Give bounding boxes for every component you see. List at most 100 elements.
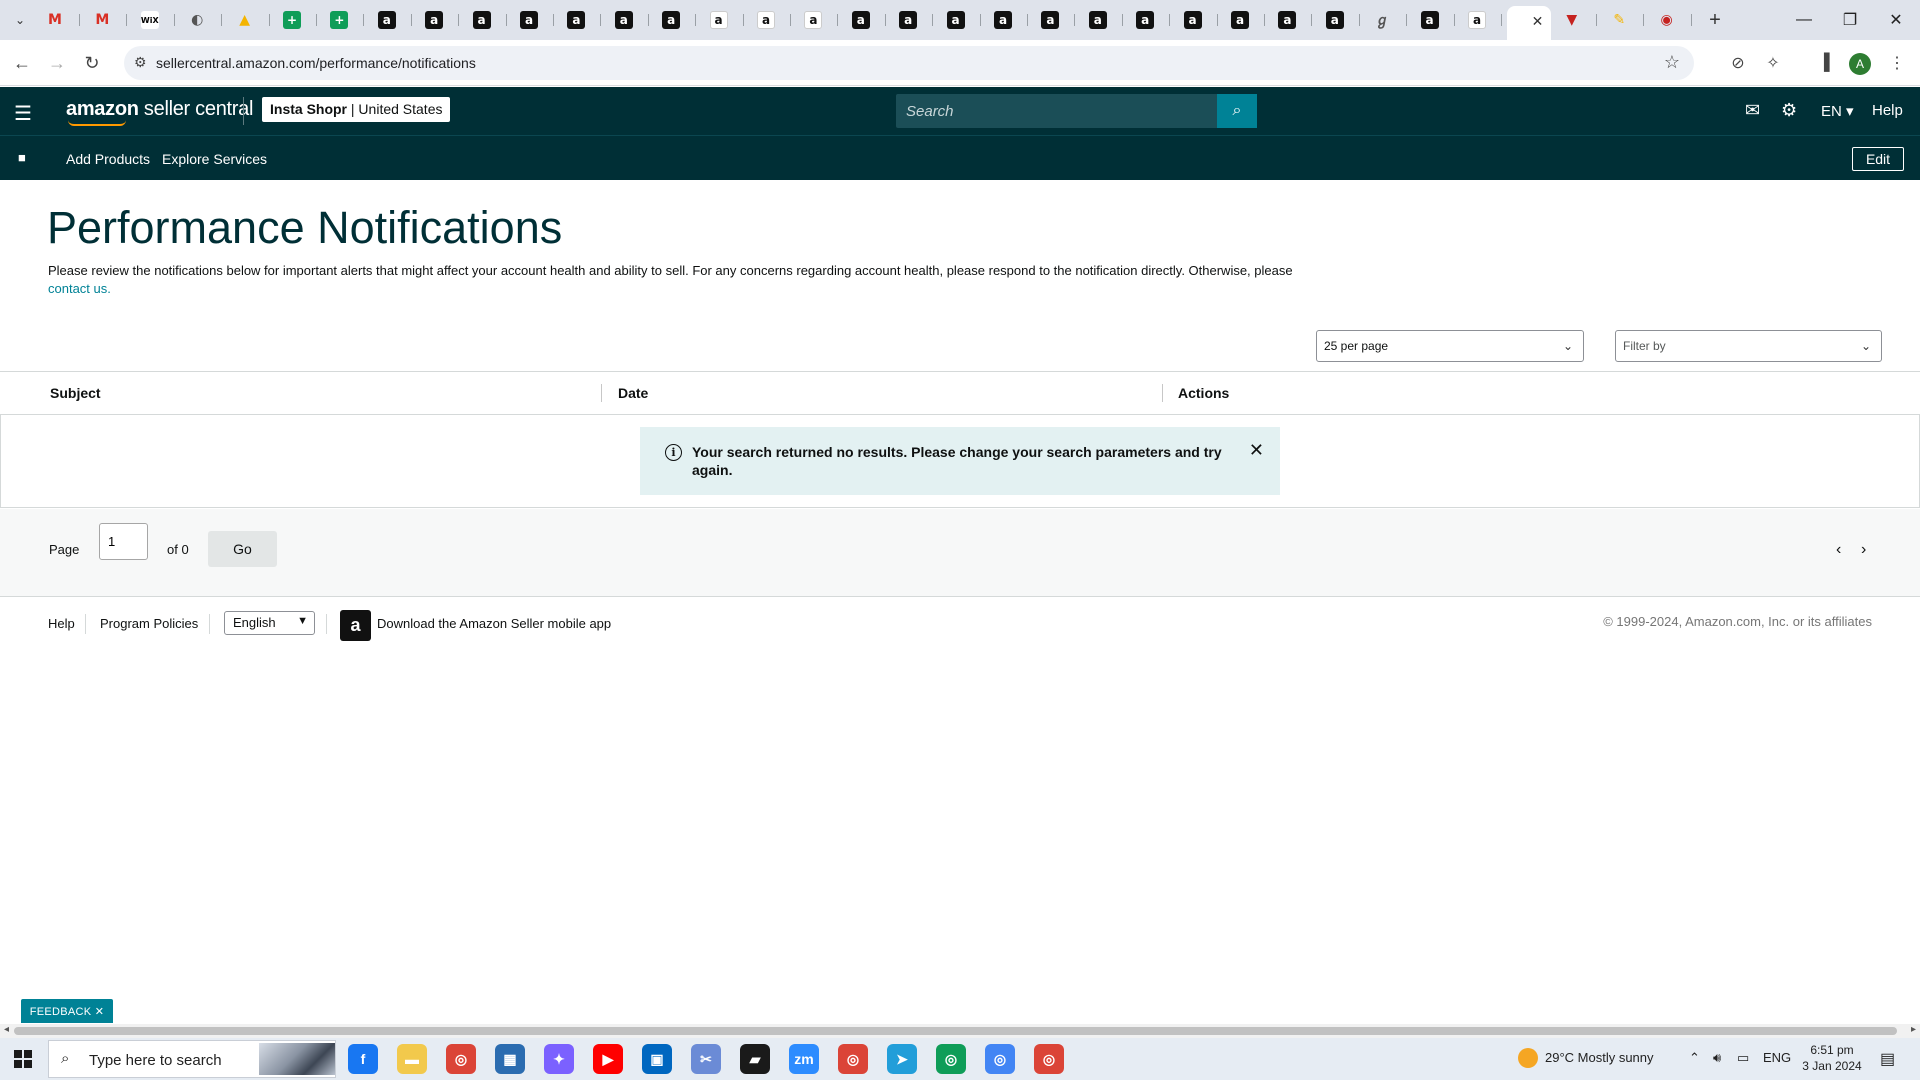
program-policies-link[interactable]: Program Policies bbox=[100, 616, 198, 631]
file-explorer-icon[interactable]: ▬ bbox=[397, 1044, 427, 1074]
extension-off-icon[interactable]: ⊘ bbox=[1724, 49, 1752, 77]
browser-tab[interactable]: a bbox=[654, 6, 698, 34]
browser-tab[interactable]: a bbox=[1176, 6, 1220, 34]
browser-tab[interactable]: a bbox=[749, 6, 793, 34]
reload-icon[interactable]: ↻ bbox=[78, 49, 106, 77]
browser-tab[interactable]: ◐ bbox=[180, 6, 224, 34]
sticky-notes-icon[interactable]: ▰ bbox=[740, 1044, 770, 1074]
settings-gear-icon[interactable]: ⚙ bbox=[1781, 100, 1797, 121]
per-page-select[interactable]: 25 per page ⌄ bbox=[1316, 330, 1584, 362]
chrome-icon[interactable]: ◎ bbox=[1034, 1044, 1064, 1074]
chrome-icon[interactable]: ◎ bbox=[936, 1044, 966, 1074]
page-number-input[interactable] bbox=[99, 523, 148, 560]
address-bar[interactable]: ⚙ sellercentral.amazon.com/performance/n… bbox=[124, 46, 1694, 80]
browser-tab[interactable]: ✎ bbox=[1602, 6, 1646, 34]
browser-tab[interactable]: a bbox=[1081, 6, 1125, 34]
facebook-icon[interactable]: f bbox=[348, 1044, 378, 1074]
minimize-icon[interactable]: — bbox=[1781, 6, 1827, 34]
browser-menu-icon[interactable]: ⋮ bbox=[1883, 49, 1911, 77]
seller-central-logo[interactable]: amazon seller central bbox=[66, 98, 253, 126]
language-selector[interactable]: EN ▾ bbox=[1821, 102, 1854, 120]
zoom-icon[interactable]: zm bbox=[789, 1044, 819, 1074]
weather-text[interactable]: 29°C Mostly sunny bbox=[1545, 1050, 1654, 1065]
url-text[interactable]: sellercentral.amazon.com/performance/not… bbox=[156, 55, 476, 71]
scroll-left-icon[interactable]: ◂ bbox=[4, 1024, 9, 1035]
bookmark-star-icon[interactable]: ☆ bbox=[1664, 52, 1680, 73]
explore-services-link[interactable]: Explore Services bbox=[162, 151, 267, 167]
footer-language-select[interactable]: English ▼ bbox=[224, 611, 315, 635]
search-icon[interactable]: ⌕ bbox=[1217, 94, 1257, 128]
browser-tab[interactable]: a bbox=[465, 6, 509, 34]
chrome-icon[interactable]: ◎ bbox=[446, 1044, 476, 1074]
browser-tab[interactable]: WiX bbox=[133, 6, 177, 34]
help-link[interactable]: Help bbox=[1872, 102, 1903, 119]
scroll-right-icon[interactable]: ▸ bbox=[1911, 1024, 1916, 1035]
restore-icon[interactable]: ❐ bbox=[1827, 6, 1873, 34]
browser-tab[interactable]: a bbox=[1460, 6, 1504, 34]
windows-start-icon[interactable] bbox=[14, 1050, 32, 1068]
weather-icon[interactable] bbox=[1518, 1048, 1538, 1068]
previous-page-icon[interactable]: ‹ bbox=[1836, 541, 1841, 559]
browser-tab[interactable]: a bbox=[1318, 6, 1362, 34]
network-icon[interactable]: ▭ bbox=[1737, 1050, 1749, 1066]
snipping-icon[interactable]: ✂ bbox=[691, 1044, 721, 1074]
hamburger-menu-icon[interactable]: ☰ bbox=[14, 101, 32, 126]
browser-tab[interactable]: ▼ bbox=[1555, 6, 1599, 34]
calculator-icon[interactable]: ▦ bbox=[495, 1044, 525, 1074]
footer-help-link[interactable]: Help bbox=[48, 616, 75, 631]
close-window-icon[interactable]: ✕ bbox=[1873, 6, 1919, 34]
browser-tab[interactable]: a bbox=[939, 6, 983, 34]
back-icon[interactable]: ← bbox=[8, 49, 36, 77]
go-button[interactable]: Go bbox=[208, 531, 277, 567]
column-subject[interactable]: Subject bbox=[50, 385, 101, 401]
browser-tab[interactable]: + bbox=[322, 6, 366, 34]
scrollbar-thumb[interactable] bbox=[14, 1027, 1897, 1035]
browser-tab[interactable]: a bbox=[1033, 6, 1077, 34]
browser-tab[interactable]: M bbox=[38, 6, 82, 34]
browser-tab[interactable]: ◉ bbox=[1650, 6, 1694, 34]
chrome-icon[interactable]: ◎ bbox=[985, 1044, 1015, 1074]
add-products-link[interactable]: Add Products bbox=[66, 151, 150, 167]
close-tab-icon[interactable]: ✕ bbox=[1532, 13, 1544, 30]
close-alert-icon[interactable]: ✕ bbox=[1249, 440, 1264, 461]
feedback-button[interactable]: FEEDBACK ✕ bbox=[21, 999, 113, 1023]
browser-tab[interactable]: ℊ bbox=[1365, 6, 1409, 34]
browser-tab[interactable]: ▲ bbox=[228, 6, 272, 34]
browser-tab[interactable]: a bbox=[370, 6, 414, 34]
browser-tab[interactable]: a bbox=[559, 6, 603, 34]
browser-tab[interactable]: a bbox=[417, 6, 461, 34]
store-icon[interactable]: ▣ bbox=[642, 1044, 672, 1074]
browser-tab[interactable]: a bbox=[986, 6, 1030, 34]
site-info-icon[interactable]: ⚙ bbox=[134, 54, 147, 71]
browser-tab[interactable]: a bbox=[891, 6, 935, 34]
show-hidden-icons-icon[interactable]: ⌃ bbox=[1689, 1050, 1700, 1066]
browser-tab[interactable]: a bbox=[796, 6, 840, 34]
browser-tab[interactable]: M bbox=[85, 6, 129, 34]
system-clock[interactable]: 6:51 pm 3 Jan 2024 bbox=[1800, 1042, 1864, 1074]
seller-search-input[interactable] bbox=[896, 94, 1213, 128]
tab-search-icon[interactable]: ⌄ bbox=[8, 8, 32, 32]
notifications-icon[interactable]: ▤ bbox=[1880, 1049, 1895, 1069]
browser-tab[interactable]: a bbox=[607, 6, 651, 34]
contact-us-link[interactable]: contact us. bbox=[48, 281, 111, 296]
browser-tab[interactable]: a bbox=[1223, 6, 1267, 34]
browser-tab[interactable]: + bbox=[275, 6, 319, 34]
filter-by-select[interactable]: Filter by ⌄ bbox=[1615, 330, 1882, 362]
edit-nav-button[interactable]: Edit bbox=[1852, 147, 1904, 171]
amazon-seller-app-icon[interactable]: a bbox=[340, 610, 371, 641]
telegram-icon[interactable]: ➤ bbox=[887, 1044, 917, 1074]
store-switcher[interactable]: Insta Shopr | United States bbox=[262, 97, 451, 122]
taskbar-search[interactable]: ⌕ Type here to search bbox=[48, 1040, 336, 1078]
browser-tab[interactable]: a bbox=[512, 6, 556, 34]
browser-tab[interactable]: a bbox=[844, 6, 888, 34]
new-tab-button[interactable]: + bbox=[1703, 8, 1727, 32]
profile-avatar[interactable]: A bbox=[1849, 53, 1871, 75]
browser-tab[interactable]: a bbox=[1128, 6, 1172, 34]
browser-tab[interactable]: a bbox=[702, 6, 746, 34]
bookmark-icon[interactable]: ■ bbox=[18, 150, 26, 165]
horizontal-scrollbar[interactable]: ◂ ▸ bbox=[0, 1024, 1920, 1038]
extensions-icon[interactable]: ✧ bbox=[1759, 49, 1787, 77]
column-date[interactable]: Date bbox=[618, 385, 648, 401]
side-panel-icon[interactable]: ▐ bbox=[1810, 49, 1838, 77]
browser-tab[interactable]: a bbox=[1413, 6, 1457, 34]
